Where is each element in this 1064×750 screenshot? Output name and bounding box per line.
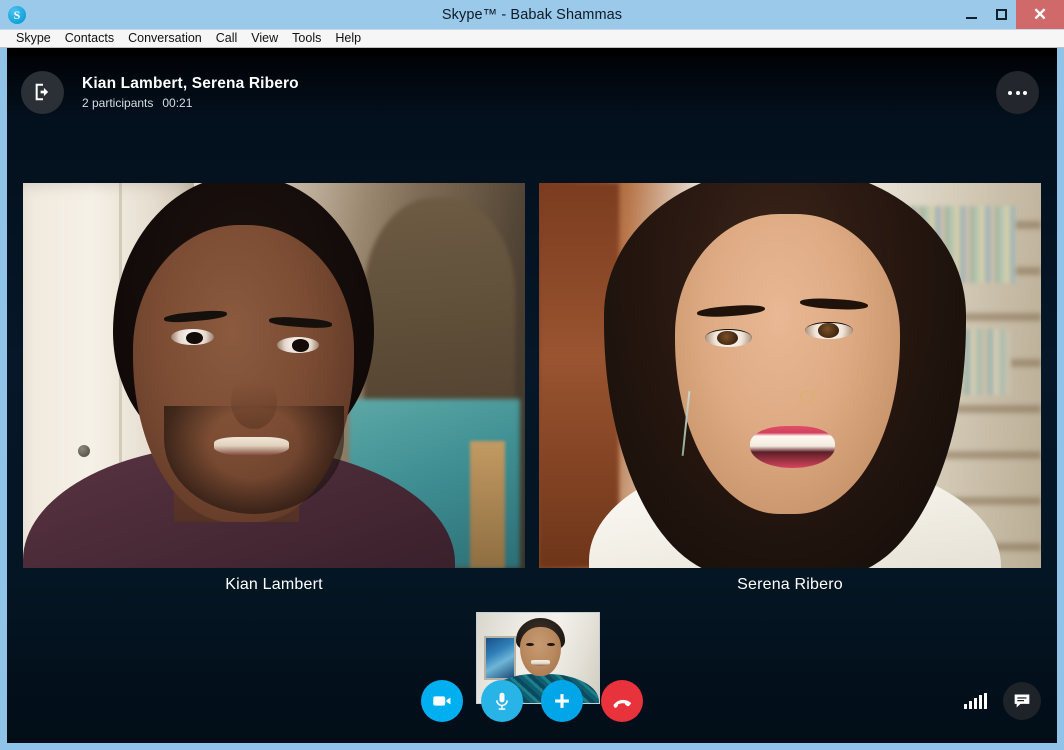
video-tiles <box>23 183 1041 568</box>
call-duration: 00:21 <box>162 95 193 110</box>
window-title: Skype™ - Babak Shammas <box>441 6 623 23</box>
end-call-button[interactable] <box>601 680 643 722</box>
microphone-icon <box>496 692 508 710</box>
close-button[interactable]: ✕ <box>1016 0 1064 29</box>
signal-bar-4 <box>979 695 982 709</box>
call-header-texts: Kian Lambert, Serena Ribero 2 participan… <box>82 75 299 110</box>
video-stream-kian-lambert <box>23 183 525 568</box>
self-view-wall-picture <box>484 636 517 680</box>
menu-item-call[interactable]: Call <box>209 30 245 47</box>
serena-mouth <box>749 425 836 468</box>
video-toggle-button[interactable] <box>421 680 463 722</box>
menu-item-view[interactable]: View <box>244 30 285 47</box>
call-header: Kian Lambert, Serena Ribero 2 participan… <box>7 56 1057 128</box>
mute-toggle-button[interactable] <box>481 680 523 722</box>
video-stream-serena-ribero <box>539 183 1041 568</box>
kian-mouth <box>213 437 290 457</box>
exit-call-icon <box>35 83 48 101</box>
video-tile-serena-ribero[interactable] <box>539 183 1041 568</box>
video-tile-kian-lambert[interactable] <box>23 183 525 568</box>
more-dot-1 <box>1008 90 1012 95</box>
signal-bar-1 <box>964 704 967 709</box>
signal-bar-5 <box>984 693 987 709</box>
minimize-icon <box>965 17 977 19</box>
maximize-button[interactable] <box>986 0 1016 29</box>
kian-pupil-right <box>291 339 309 352</box>
call-right-tools <box>964 677 1041 725</box>
call-subtitle: 2 participants 00:21 <box>82 96 299 110</box>
more-options-button[interactable] <box>996 71 1039 114</box>
maximize-icon <box>995 9 1007 20</box>
participant-names: Kian Lambert Serena Ribero <box>23 576 1041 594</box>
participant-count: 2 participants <box>82 95 154 110</box>
signal-strength-icon[interactable] <box>964 693 987 709</box>
kian-pupil-left <box>186 331 204 344</box>
window-controls: ✕ <box>956 0 1064 29</box>
signal-bar-3 <box>974 698 977 709</box>
call-canvas: Kian Lambert, Serena Ribero 2 participan… <box>7 48 1057 743</box>
signal-bar-2 <box>969 701 972 709</box>
leave-call-button[interactable] <box>21 70 64 114</box>
chat-button[interactable] <box>1003 682 1041 720</box>
more-dot-2 <box>1015 90 1020 95</box>
participant-name-kian: Kian Lambert <box>225 576 323 593</box>
hangup-phone-icon <box>613 699 632 708</box>
minimize-button[interactable] <box>956 0 986 29</box>
plus-icon <box>555 694 569 708</box>
chat-bubble-icon <box>1014 694 1030 708</box>
menu-item-contacts[interactable]: Contacts <box>58 30 121 47</box>
kian-chair-frame <box>469 440 505 568</box>
call-controls <box>7 677 1057 725</box>
add-participant-button[interactable] <box>541 680 583 722</box>
menu-item-tools[interactable]: Tools <box>285 30 328 47</box>
menu-bar: Skype Contacts Conversation Call View To… <box>0 29 1064 48</box>
more-dot-3 <box>1023 90 1027 95</box>
top-black-strip <box>7 48 1057 56</box>
participant-name-serena: Serena Ribero <box>737 576 843 593</box>
call-title: Kian Lambert, Serena Ribero <box>82 74 299 92</box>
serena-pupil-right <box>817 323 839 338</box>
menu-item-help[interactable]: Help <box>328 30 368 47</box>
menu-item-skype[interactable]: Skype <box>9 30 58 47</box>
skype-window: S Skype™ - Babak Shammas ✕ Skype Contact… <box>0 0 1064 750</box>
video-camera-icon <box>433 696 451 706</box>
menu-item-conversation[interactable]: Conversation <box>121 30 209 47</box>
title-bar: S Skype™ - Babak Shammas ✕ <box>0 0 1064 29</box>
kian-door-knob <box>78 444 91 457</box>
